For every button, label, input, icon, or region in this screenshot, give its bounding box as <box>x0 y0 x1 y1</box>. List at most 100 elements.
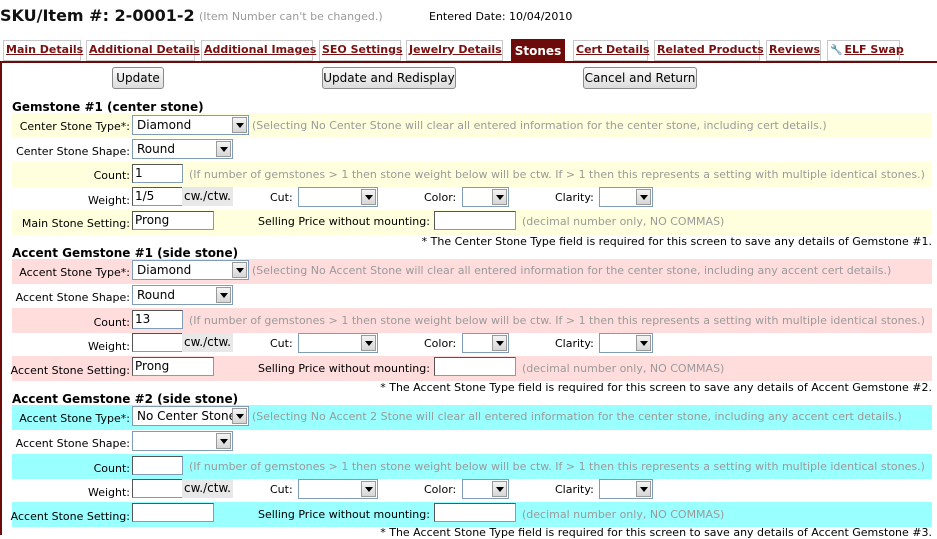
accent-2-type-help: (Selecting No Accent 2 Stone will clear … <box>252 410 902 423</box>
chevron-down-icon <box>361 189 376 205</box>
accent-1-type-label: Accent Stone Type*: <box>19 266 130 279</box>
main-stone-setting-row: Main Stone Setting: Prong Selling Price … <box>12 210 932 235</box>
accent-1-required-note: * The Accent Stone Type field is require… <box>380 381 932 394</box>
center-stone-cut-select[interactable] <box>298 187 378 207</box>
accent-1-price-label: Selling Price without mounting: <box>258 362 430 375</box>
sku-title: SKU/Item #: 2-0001-2 <box>0 6 195 25</box>
center-stone-type-label: Center Stone Type*: <box>19 120 130 133</box>
accent-2-clarity-label: Clarity: <box>555 483 594 496</box>
update-button[interactable]: Update <box>112 67 164 89</box>
accent-2-weight-input[interactable] <box>132 479 184 498</box>
main-stone-setting-label: Main Stone Setting: <box>21 217 130 230</box>
content-left-border <box>0 61 2 535</box>
accent-1-setting-input[interactable]: Prong <box>132 357 214 376</box>
accent-2-type-select[interactable]: No Center Stone <box>132 406 249 426</box>
accent-1-shape-label: Accent Stone Shape: <box>15 291 130 304</box>
chevron-down-icon <box>232 262 247 278</box>
accent-1-count-input[interactable]: 13 <box>132 310 183 329</box>
center-stone-color-select[interactable] <box>462 187 509 207</box>
tab-stones[interactable]: Stones <box>511 39 565 62</box>
accent-1-cut-select[interactable] <box>298 333 378 353</box>
center-stone-shape-value: Round <box>137 142 175 156</box>
accent-2-cut-label: Cut: <box>270 483 293 496</box>
tab-elf-swap-label: ELF Swap <box>844 43 904 56</box>
center-stone-weight-row: Weight: 1/5 cw./ctw. Cut: Color: Clarity… <box>12 186 932 211</box>
accent-1-setting-row: Accent Stone Setting: Prong Selling Pric… <box>11 356 932 381</box>
accent-1-shape-row: Accent Stone Shape: Round <box>12 284 932 309</box>
accent-2-setting-row: Accent Stone Setting: Selling Price with… <box>11 502 932 527</box>
center-stone-cut-label: Cut: <box>270 191 293 204</box>
accent-1-shape-select[interactable]: Round <box>132 285 233 305</box>
accent-1-weight-row: Weight: cw./ctw. Cut: Color: Clarity: <box>12 332 932 357</box>
section-title-accent-gemstone-2: Accent Gemstone #2 (side stone) <box>12 392 239 406</box>
center-stone-weight-label: Weight: <box>87 194 130 207</box>
chevron-down-icon <box>232 408 247 424</box>
accent-2-weight-label: Weight: <box>87 486 130 499</box>
accent-2-color-select[interactable] <box>462 479 509 499</box>
center-stone-price-help: (decimal number only, NO COMMAS) <box>522 215 725 228</box>
accent-1-weight-input[interactable] <box>132 333 184 352</box>
chevron-down-icon <box>492 481 507 497</box>
accent-1-type-value: Diamond <box>137 263 192 277</box>
accent-2-weight-row: Weight: cw./ctw. Cut: Color: Clarity: <box>12 478 932 503</box>
main-stone-setting-input[interactable]: Prong <box>132 211 214 230</box>
accent-1-price-input[interactable] <box>434 357 516 376</box>
accent-2-clarity-select[interactable] <box>599 479 653 499</box>
center-stone-shape-select[interactable]: Round <box>132 139 233 159</box>
tab-elf-swap[interactable]: 🔧 ELF Swap <box>827 40 904 61</box>
center-stone-type-help: (Selecting No Center Stone will clear al… <box>252 119 827 132</box>
center-stone-count-row: Count: 1 (If number of gemstones > 1 the… <box>12 162 932 187</box>
accent-2-count-label: Count: <box>93 462 130 475</box>
cancel-and-return-button[interactable]: Cancel and Return <box>583 67 697 89</box>
center-stone-type-select[interactable]: Diamond <box>132 115 249 135</box>
center-stone-clarity-select[interactable] <box>599 187 653 207</box>
center-stone-count-label: Count: <box>93 169 130 182</box>
tab-additional-details[interactable]: Additional Details <box>86 40 200 61</box>
tab-related-products[interactable]: Related Products <box>654 40 764 61</box>
accent-1-count-label: Count: <box>93 316 130 329</box>
accent-2-type-value: No Center Stone <box>137 409 236 423</box>
accent-1-type-help: (Selecting No Accent Stone will clear al… <box>252 264 892 277</box>
accent-1-color-select[interactable] <box>462 333 509 353</box>
accent-2-count-row: Count: (If number of gemstones > 1 then … <box>12 454 932 479</box>
chevron-down-icon <box>232 117 247 133</box>
accent-2-cut-select[interactable] <box>298 479 378 499</box>
accent-1-price-help: (decimal number only, NO COMMAS) <box>522 362 725 375</box>
tab-additional-images[interactable]: Additional Images <box>201 40 316 61</box>
accent-1-color-label: Color: <box>424 337 457 350</box>
center-stone-weight-input[interactable]: 1/5 <box>132 187 184 206</box>
sku-note: (Item Number can't be changed.) <box>199 10 383 23</box>
tab-jewelry-details[interactable]: Jewelry Details <box>406 40 503 61</box>
tab-cert-details[interactable]: Cert Details <box>573 40 649 61</box>
center-stone-price-label: Selling Price without mounting: <box>258 215 430 228</box>
accent-2-shape-row: Accent Stone Shape: <box>12 430 932 455</box>
chevron-down-icon <box>636 481 651 497</box>
accent-2-required-note: * The Accent Stone Type field is require… <box>380 526 932 539</box>
accent-2-shape-select[interactable] <box>132 431 233 451</box>
center-stone-count-input[interactable]: 1 <box>132 164 183 183</box>
accent-2-count-input[interactable] <box>132 456 183 475</box>
tab-reviews[interactable]: Reviews <box>766 40 821 61</box>
center-stone-weight-unit: cw./ctw. <box>182 187 233 206</box>
accent-2-price-help: (decimal number only, NO COMMAS) <box>522 508 725 521</box>
update-and-redisplay-button[interactable]: Update and Redisplay <box>322 67 456 89</box>
gemstone-1-required-note: * The Center Stone Type field is require… <box>421 235 932 248</box>
section-title-accent-gemstone-1: Accent Gemstone #1 (side stone) <box>12 246 239 260</box>
accent-2-price-input[interactable] <box>434 503 516 522</box>
tab-main-details[interactable]: Main Details <box>3 40 83 61</box>
accent-1-count-help: (If number of gemstones > 1 then stone w… <box>189 314 925 327</box>
accent-2-weight-unit: cw./ctw. <box>182 479 233 498</box>
center-stone-price-input[interactable] <box>434 211 516 230</box>
chevron-down-icon <box>216 287 231 303</box>
chevron-down-icon <box>636 189 651 205</box>
center-stone-shape-label: Center Stone Shape: <box>16 145 130 158</box>
accent-1-type-select[interactable]: Diamond <box>132 260 249 280</box>
accent-1-clarity-label: Clarity: <box>555 337 594 350</box>
tab-seo-settings[interactable]: SEO Settings <box>319 40 403 61</box>
accent-1-shape-value: Round <box>137 288 175 302</box>
accent-1-weight-unit: cw./ctw. <box>182 333 233 352</box>
accent-1-clarity-select[interactable] <box>599 333 653 353</box>
section-title-gemstone-1: Gemstone #1 (center stone) <box>12 100 204 114</box>
accent-1-weight-label: Weight: <box>87 340 130 353</box>
accent-2-setting-input[interactable] <box>132 503 214 522</box>
